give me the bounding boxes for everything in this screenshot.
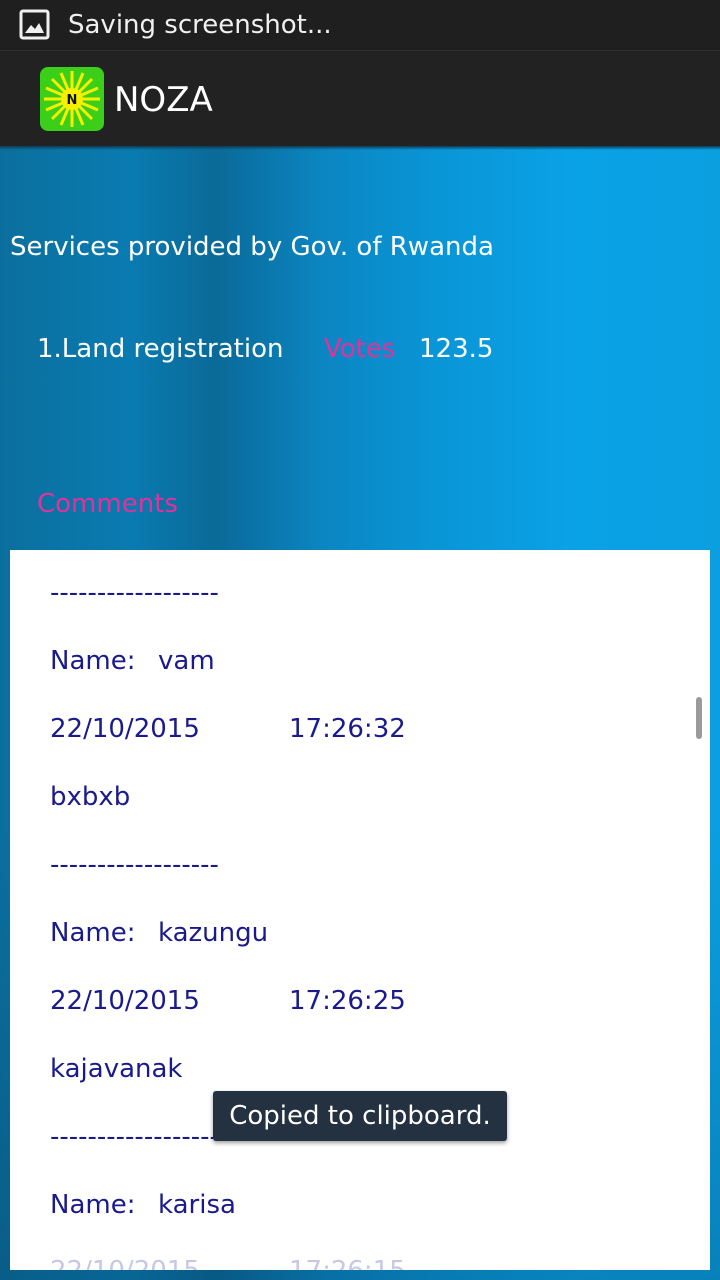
votes-value: 123.5 (419, 334, 494, 364)
comment-separator: ------------------ (50, 1122, 219, 1152)
logo-letter: N (67, 93, 78, 108)
comment-datetime-row: 22/10/2015 17:26:32 (50, 712, 406, 746)
comment-name-label: Name: (50, 646, 136, 676)
comment-time: 17:26:32 (289, 714, 406, 744)
scrollbar-thumb[interactable] (696, 697, 702, 739)
comment-name-row: Name: kazungu (50, 916, 268, 950)
comment-time: 17:26:25 (289, 986, 406, 1016)
comment-datetime-row: 22/10/2015 17:26:15 (50, 1254, 406, 1270)
services-heading: Services provided by Gov. of Rwanda (10, 232, 494, 262)
comment-author: vam (158, 646, 215, 676)
comment-datetime-row: 22/10/2015 17:26:25 (50, 984, 406, 1018)
comment-name-row: Name: karisa (50, 1188, 236, 1222)
comment-name-label: Name: (50, 918, 136, 948)
comment-name-label: Name: (50, 1190, 136, 1220)
comment-separator: ------------------ (50, 850, 219, 880)
comment-date: 22/10/2015 (50, 1256, 200, 1270)
votes-label[interactable]: Votes (324, 332, 395, 366)
comment-text: kajavanak (50, 1054, 183, 1084)
status-bar: Saving screenshot... (0, 0, 720, 50)
action-bar-shadow (0, 146, 720, 150)
comment-name-row: Name: vam (50, 644, 215, 678)
comment-text: bxbxb (50, 782, 131, 812)
noza-logo-icon[interactable]: N (40, 67, 104, 131)
service-name: 1.Land registration (37, 334, 284, 364)
action-bar: N NOZA (0, 50, 720, 146)
app-title: NOZA (114, 80, 213, 120)
comment-date: 22/10/2015 (50, 986, 200, 1016)
comment-time: 17:26:15 (289, 1254, 406, 1270)
comments-label[interactable]: Comments (37, 487, 178, 521)
toast-message: Copied to clipboard. (213, 1091, 507, 1141)
status-notification-text: Saving screenshot... (68, 10, 332, 40)
comment-date: 22/10/2015 (50, 714, 200, 744)
comment-author: kazungu (158, 918, 269, 948)
comment-separator: ------------------ (50, 578, 219, 608)
comment-author: karisa (158, 1190, 236, 1220)
image-icon (19, 9, 50, 40)
comments-list[interactable]: ------------------ Name: vam 22/10/2015 … (10, 550, 710, 1270)
